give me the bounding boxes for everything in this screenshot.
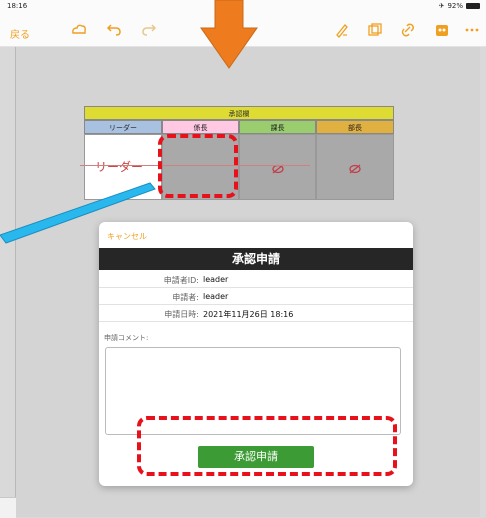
- copy-icon[interactable]: [367, 22, 383, 38]
- pen-icon[interactable]: [334, 22, 350, 38]
- request-datetime-value: 2021年11月26日 18:16: [203, 310, 294, 319]
- applicant-id-row: 申請者ID: leader: [99, 272, 413, 288]
- battery-percent: 92%: [447, 2, 463, 10]
- applicant-label: 申請者:: [172, 293, 199, 302]
- canvas-corner: [0, 497, 16, 518]
- dialog-title: 承認申請: [231, 252, 280, 266]
- applicant-value: leader: [203, 292, 229, 301]
- link-icon[interactable]: [400, 22, 416, 38]
- column-header-leader: リーダー: [84, 120, 162, 134]
- department-manager-stamp-cell[interactable]: [316, 134, 394, 200]
- applicant-row: 申請者: leader: [99, 289, 413, 305]
- dialog-title-bar: 承認申請: [99, 248, 413, 270]
- column-header-department-manager: 部長: [316, 120, 394, 134]
- applicant-id-label: 申請者ID:: [163, 276, 199, 285]
- undo-icon[interactable]: [106, 22, 122, 36]
- wifi-icon: ✈︎: [438, 2, 445, 10]
- redo-icon[interactable]: [141, 22, 157, 36]
- status-time: 18:16: [7, 2, 28, 10]
- status-indicators: ✈︎ 92%: [439, 2, 480, 10]
- back-button[interactable]: 戻る: [10, 26, 30, 41]
- highlight-frame: [158, 134, 238, 198]
- highlight-frame: [137, 416, 397, 476]
- cloud-icon[interactable]: [70, 22, 88, 36]
- battery-icon: [466, 3, 480, 9]
- applicant-id-value: leader: [203, 275, 229, 284]
- column-header-section-manager: 課長: [239, 120, 316, 134]
- request-datetime-row: 申請日時: 2021年11月26日 18:16: [99, 306, 413, 322]
- column-header-chief: 係長: [162, 120, 239, 134]
- comment-label: 申請コメント:: [104, 334, 149, 342]
- down-arrow-icon: [200, 0, 258, 69]
- more-icon[interactable]: [464, 22, 480, 38]
- approval-table-title: 承認欄: [84, 106, 394, 120]
- stamp-disabled-icon: [349, 164, 361, 174]
- section-manager-stamp-cell[interactable]: [239, 134, 316, 200]
- cancel-button[interactable]: キャンセル: [107, 231, 147, 242]
- stamp-icon[interactable]: [434, 22, 450, 38]
- request-datetime-label: 申請日時:: [164, 310, 199, 319]
